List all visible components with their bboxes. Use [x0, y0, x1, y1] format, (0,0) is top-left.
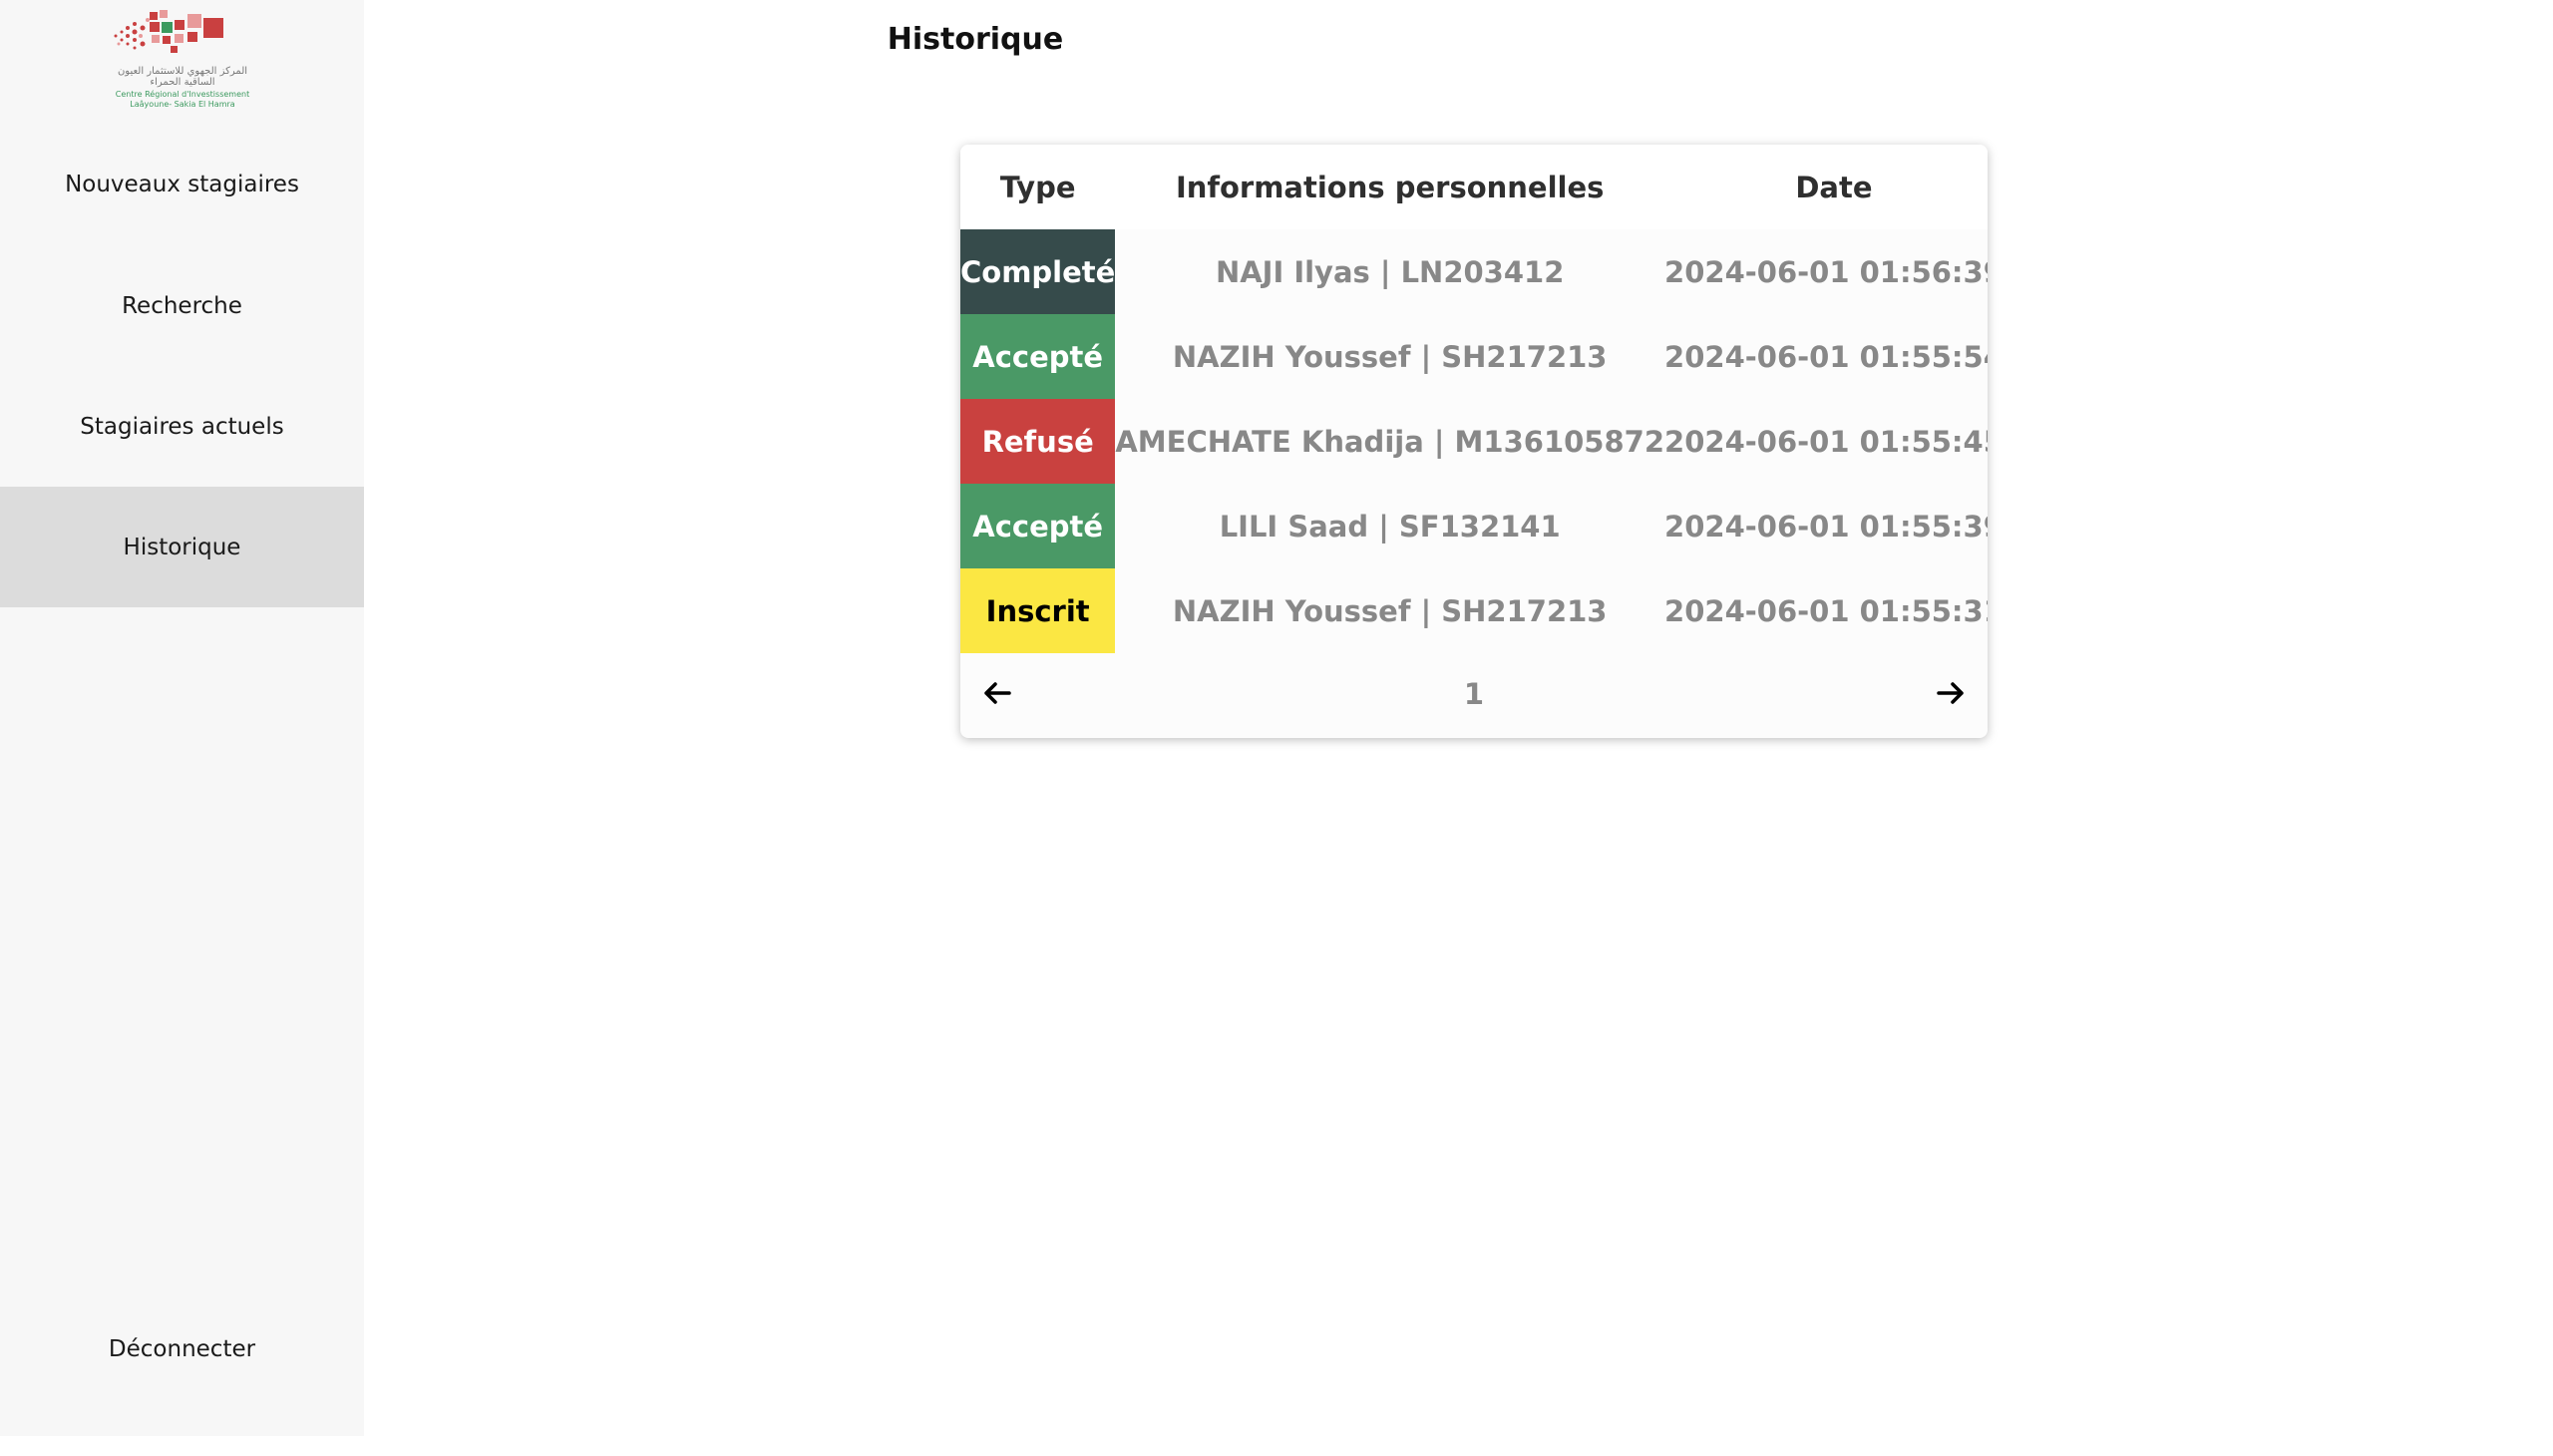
table-row: Refusé AMECHATE Khadija | M136105872 2024-…: [960, 399, 1988, 484]
sidebar: المركز الجهوي للاستثمار العيون الساقية ا…: [0, 0, 364, 1436]
sidebar-item-recherche[interactable]: Recherche: [0, 245, 364, 366]
date-cell: 2024-06-01 01:55:31: [1664, 593, 1988, 628]
page-title: Historique: [887, 22, 1064, 57]
table-row: Completé NAJI Ilyas | LN203412 2024-06-01 …: [960, 229, 1988, 314]
sidebar-item-historique[interactable]: Historique: [0, 487, 364, 607]
arrow-right-icon[interactable]: [1931, 673, 1971, 713]
column-header-date: Date: [1664, 145, 1988, 229]
table-header-row: Type Informations personnelles Date: [960, 145, 1988, 229]
column-header-type: Type: [960, 145, 1116, 229]
pagination: 1: [960, 653, 1988, 738]
date-cell: 2024-06-01 01:55:39: [1664, 509, 1988, 544]
date-cell: 2024-06-01 01:55:45: [1664, 424, 1988, 459]
info-cell: AMECHATE Khadija | M136105872: [1115, 424, 1665, 459]
info-cell: NAJI Ilyas | LN203412: [1215, 254, 1565, 289]
logo-text-line1: Centre Régional d'Investissement: [115, 90, 250, 99]
info-cell: NAZIH Youssef | SH217213: [1172, 339, 1608, 374]
sidebar-item-nouveaux-stagiaires[interactable]: Nouveaux stagiaires: [0, 124, 364, 244]
logo: المركز الجهوي للاستثمار العيون الساقية ا…: [108, 8, 257, 112]
date-cell: 2024-06-01 01:56:39: [1664, 254, 1988, 289]
type-badge: Inscrit: [960, 568, 1116, 653]
logo-text-line2: Laâyoune- Sakia El Hamra: [130, 100, 235, 109]
logout-button[interactable]: Déconnecter: [0, 1336, 364, 1456]
column-header-info: Informations personnelles: [1115, 145, 1665, 229]
table-row: Inscrit NAZIH Youssef | SH217213 2024-06-0…: [960, 568, 1988, 653]
type-badge: Accepté: [960, 484, 1116, 568]
table-row: Accepté NAZIH Youssef | SH217213 2024-06-0…: [960, 314, 1988, 399]
logo-arabic-text: المركز الجهوي للاستثمار العيون الساقية ا…: [117, 66, 248, 88]
table-row: Accepté LILI Saad | SF132141 2024-06-01 01…: [960, 484, 1988, 568]
page-number: 1: [1463, 677, 1485, 711]
date-cell: 2024-06-01 01:55:54: [1664, 339, 1988, 374]
logo-mark: [114, 10, 223, 53]
sidebar-item-stagiaires-actuels[interactable]: Stagiaires actuels: [0, 366, 364, 487]
history-table: Type Informations personnelles Date Comp…: [960, 145, 1988, 653]
type-badge: Completé: [960, 229, 1116, 314]
history-card: Type Informations personnelles Date Comp…: [960, 145, 1988, 738]
type-badge: Refusé: [960, 399, 1116, 484]
info-cell: NAZIH Youssef | SH217213: [1172, 593, 1608, 628]
info-cell: LILI Saad | SF132141: [1219, 509, 1561, 544]
type-badge: Accepté: [960, 314, 1116, 399]
